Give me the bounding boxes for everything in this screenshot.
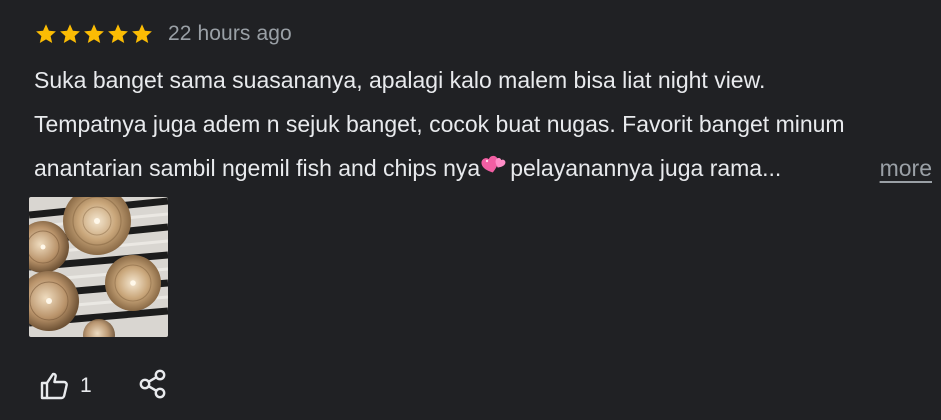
share-button[interactable] — [138, 368, 168, 405]
two-hearts-emoji — [481, 146, 509, 173]
star-icon — [130, 22, 154, 46]
star-icon — [82, 22, 106, 46]
review-card: 22 hours ago Suka banget sama suasananya… — [0, 0, 941, 420]
review-text: Suka banget sama suasananya, apalagi kal… — [34, 58, 934, 190]
review-text-segment: pelayanannya juga rama... — [510, 155, 782, 181]
like-count: 1 — [80, 374, 92, 397]
star-icon — [34, 22, 58, 46]
review-text-segment: anantarian sambil ngemil fish and chips … — [34, 155, 481, 181]
review-time: 22 hours ago — [168, 22, 292, 45]
review-text-line: Tempatnya juga adem n sejuk banget, coco… — [34, 111, 845, 137]
more-link[interactable]: more — [880, 146, 932, 190]
review-meta: 22 hours ago — [34, 20, 292, 48]
review-text-line: anantarian sambil ngemil fish and chips … — [34, 146, 934, 190]
star-icon — [58, 22, 82, 46]
star-icon — [106, 22, 130, 46]
thumbs-up-icon — [38, 370, 70, 402]
like-button[interactable]: 1 — [38, 370, 92, 402]
star-rating — [34, 22, 154, 46]
review-actions: 1 — [38, 368, 168, 404]
share-icon — [138, 368, 168, 405]
review-text-line: Suka banget sama suasananya, apalagi kal… — [34, 67, 766, 93]
review-photo-thumbnail[interactable] — [29, 197, 168, 337]
